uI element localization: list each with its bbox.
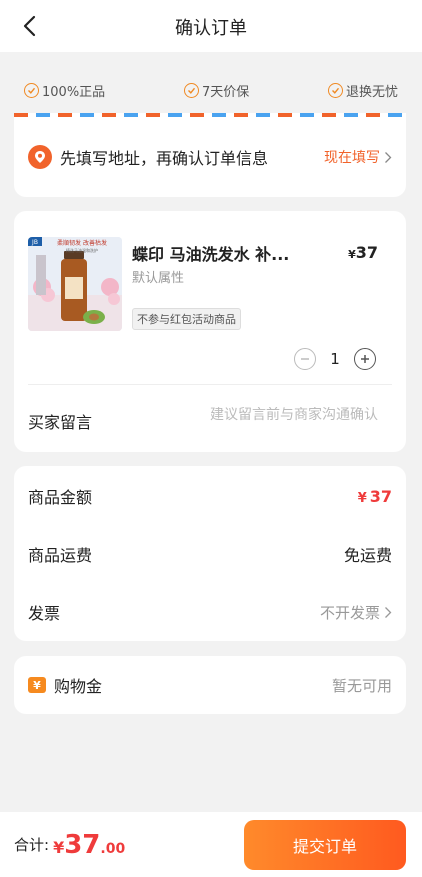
- price-value: 37: [355, 243, 378, 262]
- fill-address-link[interactable]: 现在填写: [324, 147, 392, 167]
- address-prompt: 先填写地址，再确认订单信息: [60, 149, 269, 168]
- product-attribute: 默认属性: [132, 271, 185, 286]
- goods-currency: ¥: [357, 490, 367, 506]
- header: 确认订单: [0, 0, 422, 52]
- coupon-card[interactable]: ¥ 购物金 暂无可用: [14, 656, 406, 714]
- guarantee-authentic: 100%正品: [24, 81, 105, 100]
- invoice-label: 发票: [28, 604, 61, 623]
- goods-amount-row: 商品金额 ¥37: [28, 484, 392, 508]
- product-subline: 精选马油温和洗护: [66, 247, 98, 253]
- location-pin-icon: [28, 145, 52, 169]
- promo-tag: 不参与红包活动商品: [132, 308, 241, 330]
- coupon-label: 购物金: [54, 677, 103, 696]
- check-circle-icon: [24, 82, 39, 98]
- shipping-label: 商品运费: [28, 546, 93, 565]
- guarantee-return: 退换无忧: [327, 81, 398, 100]
- product-card: JB 柔順韧发 改善枯发 精选马油温和洗护 蝶印 马油洗发水 补... 默认属性…: [14, 211, 406, 452]
- divider: [28, 384, 392, 385]
- address-card[interactable]: 先填写地址，再确认订单信息 现在填写: [14, 113, 406, 197]
- shipping-value: 免运费: [343, 546, 392, 565]
- check-circle-icon: [327, 82, 343, 98]
- coupon-value: 暂无可用: [331, 676, 392, 695]
- product-image-art: JB 柔順韧发 改善枯发 精选马油温和洗护: [28, 237, 122, 331]
- chevron-right-icon: [385, 151, 392, 163]
- invoice-value[interactable]: 不开发票: [320, 602, 392, 623]
- coupon-icon: ¥: [28, 677, 46, 693]
- product-image[interactable]: JB 柔順韧发 改善枯发 精选马油温和洗护: [28, 237, 122, 331]
- message-input[interactable]: [168, 407, 378, 423]
- guarantee-label: 7天价保: [201, 84, 250, 100]
- goods-amount-value: ¥37: [358, 487, 392, 506]
- guarantee-label: 100%正品: [42, 84, 106, 100]
- product-price: ¥37: [348, 243, 378, 262]
- goods-amount: 37: [369, 486, 392, 506]
- fill-address-label: 现在填写: [324, 150, 380, 166]
- guarantee-label: 退换无忧: [345, 84, 398, 100]
- plus-icon: [361, 355, 369, 363]
- price-currency: ¥: [348, 248, 356, 261]
- summary-card: 商品金额 ¥37 商品运费 免运费 发票 不开发票: [14, 466, 406, 641]
- invoice-text: 不开发票: [319, 603, 380, 622]
- invoice-row[interactable]: 发票 不开发票: [28, 600, 392, 624]
- total-integer: 37: [64, 829, 101, 860]
- guarantee-price-protect: 7天价保: [183, 81, 250, 100]
- submit-order-button[interactable]: 提交订单: [244, 820, 406, 870]
- total-label: 合计:: [14, 836, 50, 854]
- total-currency: ¥: [53, 837, 65, 857]
- chevron-right-icon: [385, 606, 392, 618]
- goods-amount-label: 商品金额: [28, 488, 93, 507]
- total-amount: ¥37.00: [53, 830, 125, 860]
- product-name[interactable]: 蝶印 马油洗发水 补...: [132, 241, 332, 265]
- minus-icon: [301, 358, 309, 360]
- quantity-value: 1: [330, 350, 340, 368]
- product-slogan: 柔順韧发 改善枯发: [57, 239, 107, 247]
- address-row[interactable]: 先填写地址，再确认订单信息 现在填写: [14, 117, 406, 197]
- guarantee-bar: 100%正品 7天价保 退换无忧: [0, 70, 422, 110]
- increase-button[interactable]: [354, 348, 376, 370]
- decrease-button[interactable]: [294, 348, 316, 370]
- page-title: 确认订单: [175, 18, 247, 39]
- check-circle-icon: [183, 82, 199, 98]
- total-decimal: .00: [100, 840, 126, 857]
- message-label: 买家留言: [28, 413, 93, 432]
- product-badge: JB: [31, 239, 38, 246]
- bottom-bar: 合计: ¥37.00 提交订单: [0, 812, 422, 877]
- shipping-row: 商品运费 免运费: [28, 542, 392, 566]
- quantity-stepper: 1: [294, 348, 376, 370]
